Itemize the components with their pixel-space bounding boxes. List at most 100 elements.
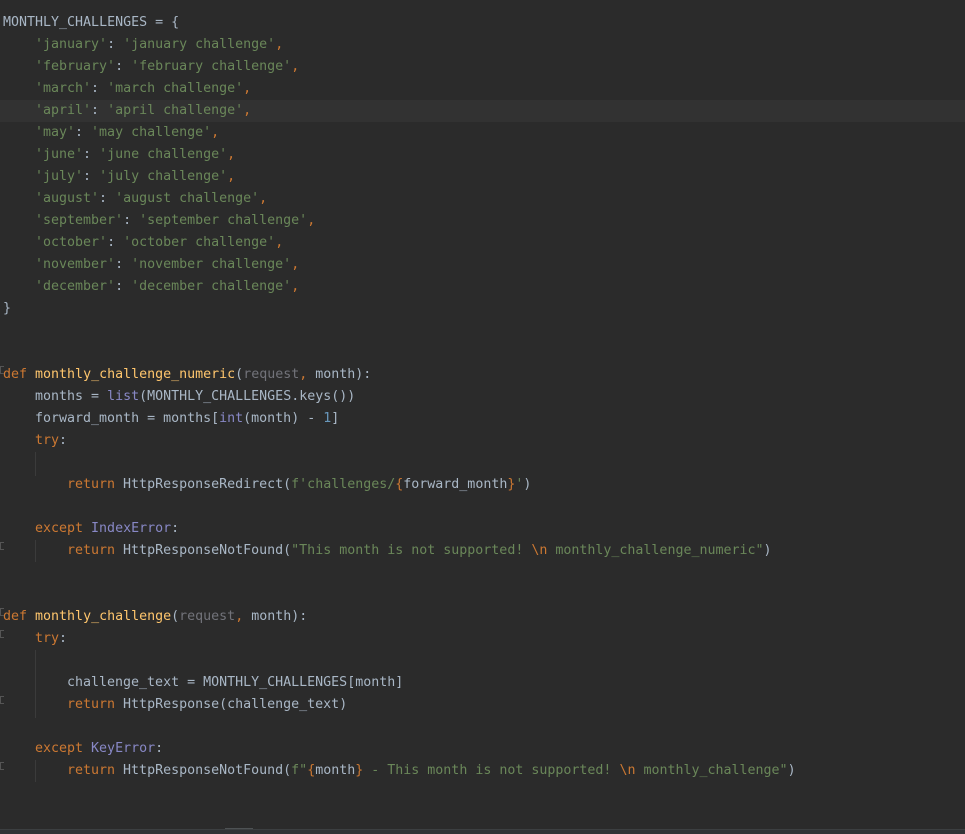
code-line[interactable]: try: xyxy=(0,430,965,452)
code-token: ) xyxy=(763,543,772,558)
code-token: : xyxy=(115,257,132,272)
code-token: , xyxy=(243,103,252,118)
fold-marker-icon[interactable] xyxy=(0,630,4,638)
fold-marker-icon[interactable] xyxy=(0,762,4,770)
code-line[interactable]: } xyxy=(0,298,965,320)
code-line[interactable]: 'may': 'may challenge', xyxy=(0,122,965,144)
code-token: , xyxy=(275,37,284,52)
code-token: forward_month xyxy=(403,477,508,492)
code-line[interactable] xyxy=(0,496,965,518)
code-line[interactable]: challenge_text = MONTHLY_CHALLENGES[mont… xyxy=(0,672,965,694)
code-token: HttpResponseNotFound( xyxy=(123,543,292,558)
code-token: 'april challenge' xyxy=(107,103,244,118)
code-text: except IndexError: xyxy=(35,518,179,540)
code-line[interactable]: 'september': 'september challenge', xyxy=(0,210,965,232)
code-token: IndexError xyxy=(91,521,172,536)
code-token: ( xyxy=(235,367,244,382)
code-line[interactable]: def monthly_challenge(request, month): xyxy=(0,606,965,628)
code-token: 'september' xyxy=(35,213,124,228)
code-line[interactable] xyxy=(0,650,965,672)
code-line[interactable] xyxy=(0,452,965,474)
code-line[interactable]: forward_month = months[int(month) - 1] xyxy=(0,408,965,430)
code-line[interactable]: 'december': 'december challenge', xyxy=(0,276,965,298)
code-text: } xyxy=(3,298,11,320)
code-text: 'september': 'september challenge', xyxy=(35,210,315,232)
code-token: f'challenges/ xyxy=(291,477,396,492)
code-text: 'april': 'april challenge', xyxy=(35,100,251,122)
code-token: month xyxy=(251,609,292,624)
code-text: 'february': 'february challenge', xyxy=(35,56,299,78)
code-line[interactable]: 'january': 'january challenge', xyxy=(0,34,965,56)
code-line[interactable]: except KeyError: xyxy=(0,738,965,760)
fold-marker-icon[interactable] xyxy=(0,366,4,374)
code-token: : xyxy=(107,235,124,250)
code-token: monthly_challenge" xyxy=(635,763,788,778)
code-line[interactable]: return HttpResponseNotFound("This month … xyxy=(0,540,965,562)
code-line[interactable] xyxy=(0,562,965,584)
code-token: 'december' xyxy=(35,279,116,294)
code-token: return xyxy=(67,477,124,492)
horizontal-scrollbar[interactable] xyxy=(0,829,965,834)
code-line[interactable]: try: xyxy=(0,628,965,650)
code-line[interactable]: 'march': 'march challenge', xyxy=(0,78,965,100)
code-line[interactable]: def monthly_challenge_numeric(request, m… xyxy=(0,364,965,386)
code-token: : xyxy=(91,103,108,118)
fold-marker-icon[interactable] xyxy=(0,542,4,550)
code-text: return HttpResponseNotFound(f"{month} - … xyxy=(67,760,796,782)
code-token: , xyxy=(259,191,268,206)
code-token: : xyxy=(171,521,180,536)
code-token: 'november' xyxy=(35,257,116,272)
code-token: monthly_challenge_numeric" xyxy=(547,543,764,558)
code-token: def xyxy=(3,367,36,382)
code-line[interactable]: 'november': 'november challenge', xyxy=(0,254,965,276)
code-token: 'november challenge' xyxy=(131,257,292,272)
code-token: HttpResponseNotFound( xyxy=(123,763,292,778)
code-token: 'march challenge' xyxy=(107,81,244,96)
code-line[interactable]: 'july': 'july challenge', xyxy=(0,166,965,188)
code-token: 'june challenge' xyxy=(99,147,228,162)
code-line[interactable]: months = list(MONTHLY_CHALLENGES.keys()) xyxy=(0,386,965,408)
code-token: 'january' xyxy=(35,37,108,52)
code-text: return HttpResponseNotFound("This month … xyxy=(67,540,772,562)
code-token: : xyxy=(59,433,68,448)
code-token: } xyxy=(3,301,12,316)
code-token: : xyxy=(59,631,68,646)
code-token: 'february' xyxy=(35,59,116,74)
code-line[interactable]: 'february': 'february challenge', xyxy=(0,56,965,78)
fold-marker-icon[interactable] xyxy=(0,608,4,616)
code-line[interactable]: 'april': 'april challenge', xyxy=(0,100,965,122)
code-token: , xyxy=(227,169,236,184)
code-line[interactable] xyxy=(0,584,965,606)
code-editor[interactable]: MONTHLY_CHALLENGES = { 'january': 'januar… xyxy=(0,0,965,834)
code-token: : xyxy=(115,59,132,74)
code-line[interactable]: return HttpResponse(challenge_text) xyxy=(0,694,965,716)
code-token: (month) - xyxy=(243,411,324,426)
code-token: except xyxy=(35,741,92,756)
code-token: : xyxy=(155,741,164,756)
code-line[interactable] xyxy=(0,342,965,364)
code-token: : xyxy=(75,125,92,140)
code-line[interactable]: return HttpResponseRedirect(f'challenges… xyxy=(0,474,965,496)
code-line[interactable]: MONTHLY_CHALLENGES = { xyxy=(0,12,965,34)
code-line[interactable]: 'october': 'october challenge', xyxy=(0,232,965,254)
code-token: MONTHLY_CHALLENGES = { xyxy=(3,15,180,30)
code-token: (MONTHLY_CHALLENGES.keys()) xyxy=(139,389,356,404)
code-token: try xyxy=(35,433,60,448)
code-line[interactable] xyxy=(0,716,965,738)
code-token: 'december challenge' xyxy=(131,279,292,294)
code-token: challenge_text = MONTHLY_CHALLENGES[mont… xyxy=(67,675,404,690)
indent-guide xyxy=(35,650,36,718)
code-line[interactable]: return HttpResponseNotFound(f"{month} - … xyxy=(0,760,965,782)
code-line[interactable]: 'august': 'august challenge', xyxy=(0,188,965,210)
code-token: ) xyxy=(787,763,796,778)
code-line[interactable]: except IndexError: xyxy=(0,518,965,540)
indent-guide xyxy=(35,760,36,782)
code-text: 'november': 'november challenge', xyxy=(35,254,299,276)
code-token: list xyxy=(107,389,140,404)
code-line[interactable] xyxy=(0,320,965,342)
indent-guide xyxy=(35,452,36,476)
code-token: , xyxy=(227,147,236,162)
fold-marker-icon[interactable] xyxy=(0,696,4,704)
code-token: return xyxy=(67,763,124,778)
code-line[interactable]: 'june': 'june challenge', xyxy=(0,144,965,166)
